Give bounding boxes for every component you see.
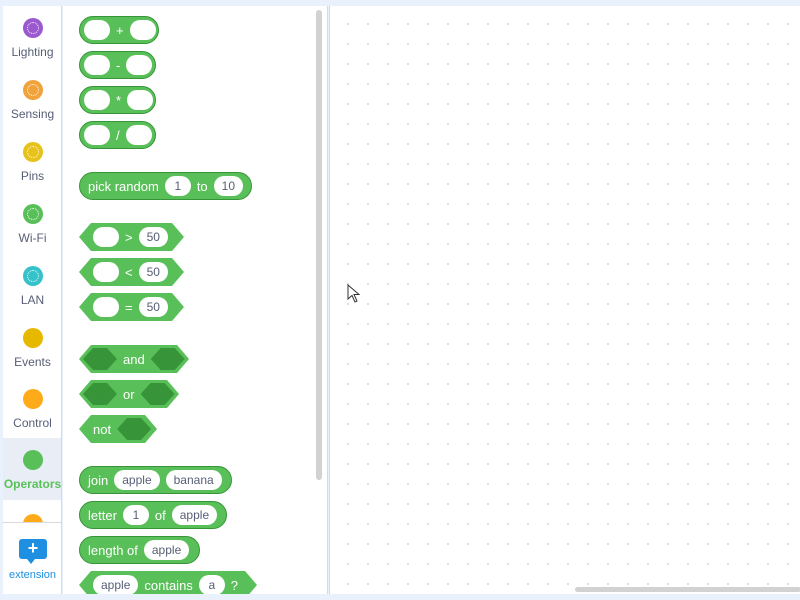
- add-block[interactable]: +: [79, 16, 159, 44]
- random-to-input[interactable]: 10: [213, 176, 244, 196]
- contains-text-input[interactable]: apple: [93, 575, 138, 594]
- palette-scrollbar[interactable]: [316, 10, 322, 480]
- block-label: length of: [88, 542, 138, 558]
- lighting-icon: [23, 18, 43, 38]
- block-label: of: [154, 507, 166, 523]
- mouse-pointer-icon: [347, 284, 361, 303]
- letter-text-input[interactable]: apple: [171, 505, 218, 525]
- category-label: Control: [13, 416, 52, 430]
- pins-icon: [23, 142, 43, 162]
- less-than-block[interactable]: < 50: [79, 258, 184, 286]
- category-control[interactable]: Control: [3, 377, 61, 437]
- block-label: letter: [88, 507, 117, 523]
- wifi-icon: [23, 204, 43, 224]
- compare-value-input[interactable]: 50: [139, 297, 168, 317]
- operand-slot[interactable]: [126, 55, 153, 75]
- operators-icon: [23, 450, 43, 470]
- category-pins[interactable]: Pins: [3, 130, 61, 190]
- pick-random-block[interactable]: pick random 1 to 10: [79, 172, 252, 200]
- operand-slot[interactable]: [84, 90, 110, 110]
- operand-slot[interactable]: [84, 20, 110, 40]
- category-wifi[interactable]: Wi-Fi: [3, 192, 61, 252]
- boolean-slot[interactable]: [117, 418, 151, 440]
- contains-value-input[interactable]: a: [199, 575, 225, 594]
- operand-slot[interactable]: [93, 227, 119, 247]
- operand-slot[interactable]: [84, 125, 110, 145]
- category-label: Wi-Fi: [18, 231, 47, 245]
- category-label: Pins: [20, 169, 45, 183]
- events-icon: [23, 328, 43, 348]
- category-label: Operators: [3, 477, 62, 491]
- boolean-slot[interactable]: [151, 348, 185, 370]
- code-workspace[interactable]: [329, 6, 800, 594]
- operator-label: *: [116, 92, 122, 108]
- block-label: and: [123, 351, 145, 367]
- contains-block[interactable]: apple contains a ?: [79, 571, 257, 594]
- block-palette: + - * / pick random 1 to 10 > 50 < 50 = …: [63, 6, 328, 594]
- category-lighting[interactable]: Lighting: [3, 6, 61, 66]
- or-block[interactable]: or: [79, 380, 179, 408]
- not-block[interactable]: not: [79, 415, 157, 443]
- operand-slot[interactable]: [127, 90, 154, 110]
- category-label: Sensing: [10, 107, 55, 121]
- join-first-input[interactable]: apple: [114, 470, 160, 490]
- letter-index-input[interactable]: 1: [122, 505, 149, 525]
- operator-label: /: [116, 127, 120, 143]
- sensing-icon: [23, 80, 43, 100]
- random-from-input[interactable]: 1: [164, 176, 191, 196]
- extension-label: extension: [8, 569, 57, 581]
- operand-slot[interactable]: [129, 20, 156, 40]
- compare-value-input[interactable]: 50: [139, 262, 168, 282]
- and-block[interactable]: and: [79, 345, 189, 373]
- workspace-scrollbar[interactable]: [575, 587, 800, 592]
- operator-label: <: [125, 264, 133, 280]
- block-label: not: [93, 421, 112, 437]
- block-label: join: [88, 472, 109, 488]
- subtract-block[interactable]: -: [79, 51, 156, 79]
- operand-slot[interactable]: [84, 55, 110, 75]
- operator-label: -: [116, 57, 121, 73]
- block-label: or: [123, 386, 135, 402]
- category-label: LAN: [20, 293, 45, 307]
- extension-button[interactable]: + extension: [3, 522, 61, 594]
- join-block[interactable]: join apple banana: [79, 466, 232, 494]
- category-label: Lighting: [11, 45, 54, 59]
- category-lan[interactable]: LAN: [3, 254, 61, 314]
- operand-slot[interactable]: [93, 262, 119, 282]
- length-text-input[interactable]: apple: [143, 540, 190, 560]
- lan-icon: [23, 266, 43, 286]
- operator-label: +: [116, 22, 124, 38]
- equals-block[interactable]: = 50: [79, 293, 184, 321]
- operator-label: >: [125, 229, 133, 245]
- divide-block[interactable]: /: [79, 121, 156, 149]
- length-of-block[interactable]: length of apple: [79, 536, 200, 564]
- operand-slot[interactable]: [93, 297, 119, 317]
- operand-slot[interactable]: [125, 125, 152, 145]
- compare-value-input[interactable]: 50: [139, 227, 168, 247]
- category-label: Events: [14, 355, 51, 369]
- block-label: to: [196, 178, 208, 194]
- boolean-slot[interactable]: [83, 348, 117, 370]
- extension-icon: +: [19, 538, 47, 564]
- category-sensing[interactable]: Sensing: [3, 68, 61, 128]
- join-second-input[interactable]: banana: [165, 470, 222, 490]
- category-sidebar: Lighting Sensing Pins Wi-Fi LAN Events C…: [3, 6, 62, 594]
- block-label: pick random: [88, 178, 159, 194]
- category-events[interactable]: Events: [3, 316, 61, 376]
- control-icon: [23, 389, 43, 409]
- boolean-slot[interactable]: [141, 383, 175, 405]
- block-label: ?: [230, 577, 239, 593]
- boolean-slot[interactable]: [83, 383, 117, 405]
- category-operators[interactable]: Operators: [3, 438, 62, 500]
- letter-of-block[interactable]: letter 1 of apple: [79, 501, 227, 529]
- multiply-block[interactable]: *: [79, 86, 156, 114]
- operator-label: =: [125, 299, 133, 315]
- block-label: contains: [144, 577, 193, 593]
- editor-app: Lighting Sensing Pins Wi-Fi LAN Events C…: [0, 0, 800, 600]
- greater-than-block[interactable]: > 50: [79, 223, 184, 251]
